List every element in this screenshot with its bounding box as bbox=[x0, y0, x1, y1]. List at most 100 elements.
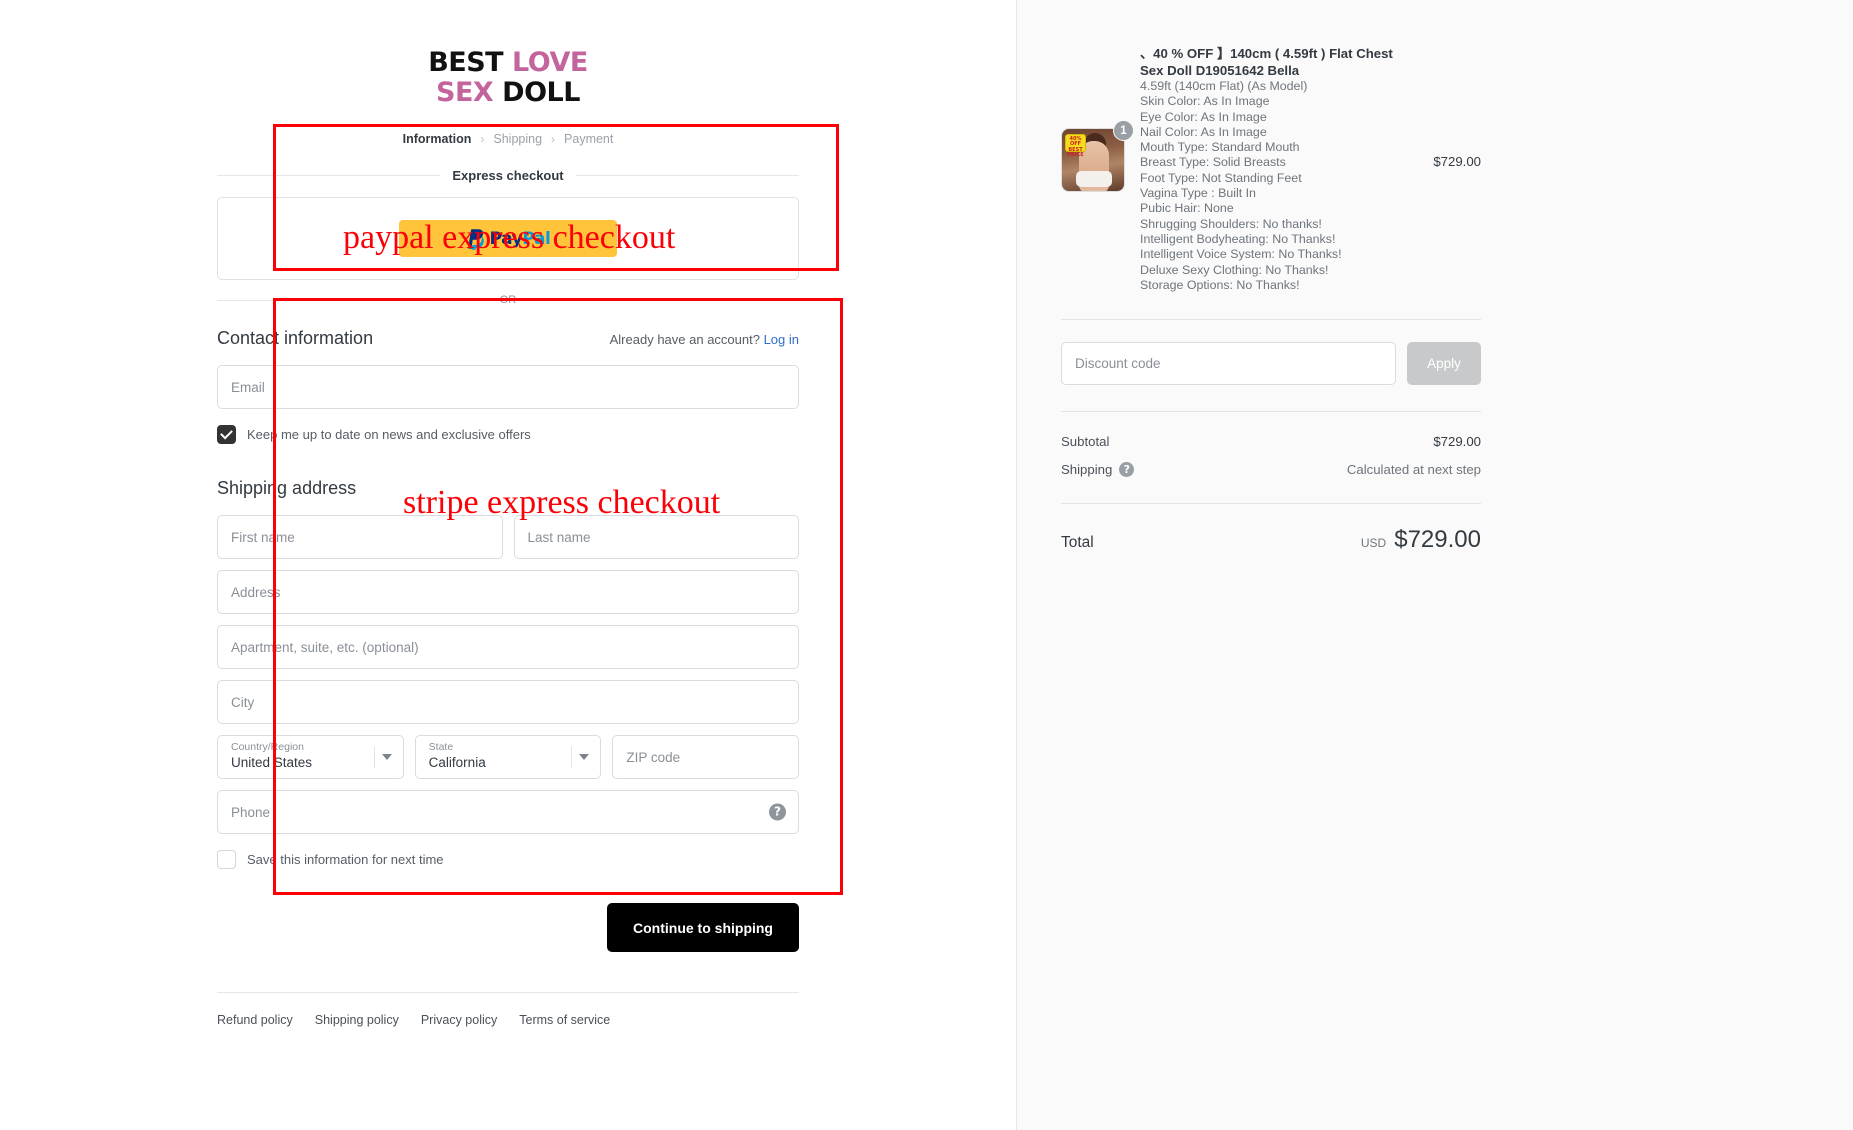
email-input[interactable] bbox=[217, 365, 799, 410]
form-actions: Continue to shipping bbox=[217, 903, 799, 953]
region-fields-row: Country/Region United States State Calif… bbox=[217, 735, 800, 780]
thumbnail-cloth-shape bbox=[1076, 171, 1112, 187]
total-amount: $729.00 bbox=[1394, 526, 1481, 554]
logo-line-2: SEX DOLL bbox=[217, 78, 799, 108]
discount-code-row: Apply bbox=[1061, 342, 1481, 386]
express-checkout-box: PayPal bbox=[217, 197, 799, 281]
product-option: 4.59ft (140cm Flat) (As Model) bbox=[1140, 79, 1308, 93]
state-select-caret bbox=[571, 736, 590, 778]
shipping-label-wrap: Shipping ? bbox=[1061, 462, 1135, 478]
product-options-list: 4.59ft (140cm Flat) (As Model) Skin Colo… bbox=[1140, 79, 1418, 293]
address-input[interactable] bbox=[217, 570, 799, 615]
paypal-text-pay: Pay bbox=[489, 228, 523, 249]
name-fields-row bbox=[217, 515, 799, 560]
shipping-label: Shipping bbox=[1061, 462, 1113, 478]
chevron-right-icon: › bbox=[480, 132, 485, 147]
phone-field-wrapper: ? bbox=[217, 790, 799, 835]
newsletter-checkbox-row[interactable]: Keep me up to date on news and exclusive… bbox=[217, 425, 799, 445]
phone-input[interactable] bbox=[217, 790, 799, 835]
discount-code-input[interactable] bbox=[1061, 342, 1396, 386]
question-mark-icon[interactable]: ? bbox=[1119, 462, 1135, 478]
checkout-main-column: BEST LOVE SEX DOLL Information › Shippin… bbox=[0, 0, 1016, 1130]
subtotal-value: $729.00 bbox=[1433, 434, 1481, 450]
log-in-link[interactable]: Log in bbox=[764, 332, 799, 347]
shipping-row: Shipping ? Calculated at next step bbox=[1061, 462, 1481, 478]
city-input[interactable] bbox=[217, 680, 799, 725]
save-info-checkbox-label: Save this information for next time bbox=[247, 852, 444, 868]
breadcrumb-shipping[interactable]: Shipping bbox=[493, 132, 542, 146]
line-item-price: $729.00 bbox=[1433, 154, 1481, 169]
terms-of-service-link[interactable]: Terms of service bbox=[519, 1013, 610, 1027]
product-option: Pubic Hair: None bbox=[1140, 201, 1234, 216]
chevron-down-icon bbox=[381, 754, 392, 761]
product-option: Shrugging Shoulders: No thanks! bbox=[1140, 216, 1322, 231]
paypal-text-pal: Pal bbox=[522, 228, 551, 249]
continue-to-shipping-button[interactable]: Continue to shipping bbox=[607, 903, 799, 953]
order-summary-column: 40% OFF BEST PRICE 1 、40 % OFF 】140cm ( … bbox=[1016, 0, 1853, 1130]
chevron-down-icon bbox=[579, 754, 590, 761]
summary-divider bbox=[1061, 503, 1481, 505]
last-name-input[interactable] bbox=[513, 515, 799, 560]
save-info-checkbox[interactable] bbox=[217, 850, 236, 870]
total-currency: USD bbox=[1360, 536, 1387, 551]
select-divider bbox=[571, 746, 573, 769]
state-select[interactable]: State California bbox=[414, 735, 602, 780]
product-option: Nail Color: As In Image bbox=[1140, 124, 1267, 139]
site-logo[interactable]: BEST LOVE SEX DOLL bbox=[217, 47, 799, 108]
checkout-page: BEST LOVE SEX DOLL Information › Shippin… bbox=[0, 0, 1853, 1130]
product-option: Vagina Type : Built In bbox=[1140, 186, 1256, 201]
product-thumbnail-wrapper: 40% OFF BEST PRICE 1 bbox=[1061, 46, 1134, 192]
product-option: Intelligent Bodyheating: No Thanks! bbox=[1140, 231, 1336, 246]
first-name-input[interactable] bbox=[217, 515, 503, 560]
shipping-policy-link[interactable]: Shipping policy bbox=[315, 1013, 399, 1027]
chevron-right-icon: › bbox=[551, 132, 556, 147]
state-label: State bbox=[428, 741, 454, 754]
total-value-wrap: USD $729.00 bbox=[1361, 526, 1481, 554]
quantity-badge: 1 bbox=[1113, 120, 1134, 141]
subtotal-row: Subtotal $729.00 bbox=[1061, 434, 1481, 449]
shipping-address-section: Shipping address Country/Region United S… bbox=[217, 478, 800, 953]
express-checkout-title: Express checkout bbox=[217, 168, 799, 183]
save-info-checkbox-row[interactable]: Save this information for next time bbox=[217, 850, 799, 870]
state-value: California bbox=[428, 755, 486, 771]
shipping-value: Calculated at next step bbox=[1346, 462, 1481, 478]
contact-information-title: Contact information bbox=[217, 328, 374, 349]
paypal-wordmark: PayPal bbox=[490, 229, 551, 249]
breadcrumb-payment[interactable]: Payment bbox=[564, 132, 613, 146]
product-option: Mouth Type: Standard Mouth bbox=[1140, 140, 1300, 155]
country-region-select[interactable]: Country/Region United States bbox=[217, 735, 404, 780]
login-prompt: Already have an account? Log in bbox=[610, 332, 799, 347]
paypal-logo-icon bbox=[467, 229, 484, 250]
logo-word-sex: SEX bbox=[436, 77, 494, 109]
select-divider bbox=[373, 746, 375, 769]
product-title: 、40 % OFF 】140cm ( 4.59ft ) Flat Chest S… bbox=[1140, 46, 1393, 78]
contact-section-header: Contact information Already have an acco… bbox=[217, 328, 799, 349]
newsletter-checkbox-label: Keep me up to date on news and exclusive… bbox=[247, 427, 531, 443]
shipping-address-title: Shipping address bbox=[217, 478, 357, 499]
product-option: Intelligent Voice System: No Thanks! bbox=[1140, 247, 1342, 262]
apply-discount-button[interactable]: Apply bbox=[1407, 342, 1481, 386]
zip-code-input[interactable] bbox=[612, 735, 800, 780]
logo-word-doll: DOLL bbox=[502, 77, 580, 109]
totals-section: Subtotal $729.00 Shipping ? Calculated a… bbox=[1061, 434, 1481, 478]
privacy-policy-link[interactable]: Privacy policy bbox=[421, 1013, 497, 1027]
product-option: Eye Color: As In Image bbox=[1140, 109, 1267, 124]
apartment-input[interactable] bbox=[217, 625, 799, 670]
country-region-value: United States bbox=[231, 755, 313, 771]
product-option: Storage Options: No Thanks! bbox=[1140, 277, 1300, 292]
newsletter-checkbox[interactable] bbox=[217, 425, 236, 445]
sale-badge-icon: 40% OFF BEST PRICE bbox=[1065, 134, 1086, 158]
total-label: Total bbox=[1061, 534, 1094, 552]
total-row: Total USD $729.00 bbox=[1061, 526, 1481, 554]
login-prompt-text: Already have an account? bbox=[609, 332, 760, 348]
product-option: Foot Type: Not Standing Feet bbox=[1140, 170, 1302, 185]
question-mark-icon[interactable]: ? bbox=[769, 803, 786, 821]
refund-policy-link[interactable]: Refund policy bbox=[217, 1013, 293, 1027]
or-divider: OR bbox=[217, 294, 799, 306]
product-option: Deluxe Sexy Clothing: No Thanks! bbox=[1140, 262, 1329, 277]
product-option: Breast Type: Solid Breasts bbox=[1140, 155, 1286, 170]
footer-links: Refund policy Shipping policy Privacy po… bbox=[217, 992, 799, 1027]
breadcrumb-information[interactable]: Information bbox=[403, 132, 472, 146]
paypal-express-checkout-button[interactable]: PayPal bbox=[399, 220, 617, 258]
product-option: Skin Color: As In Image bbox=[1140, 94, 1270, 109]
